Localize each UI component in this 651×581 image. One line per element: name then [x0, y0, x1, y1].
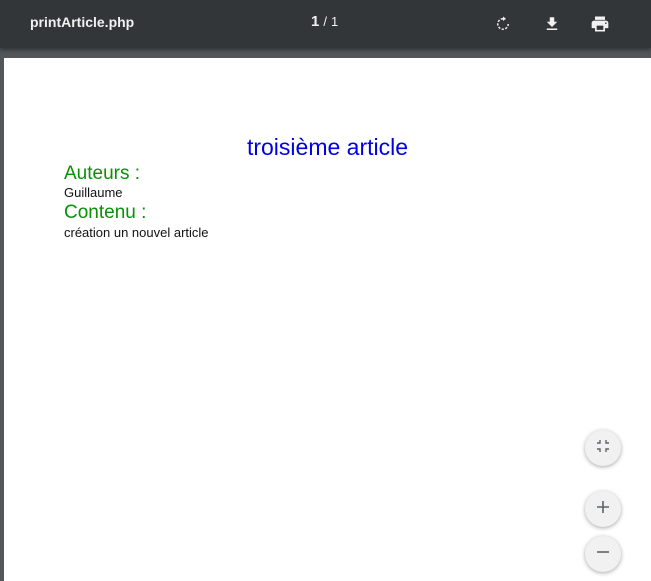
- page-indicator: 1/1: [311, 13, 338, 30]
- print-icon: [590, 14, 610, 34]
- rotate-button[interactable]: [489, 10, 517, 38]
- total-pages: 1: [330, 14, 339, 29]
- pdf-page: troisième article Auteurs : Guillaume Co…: [4, 58, 651, 581]
- download-button[interactable]: [538, 10, 566, 38]
- authors-value: Guillaume: [64, 185, 123, 200]
- print-button[interactable]: [586, 10, 614, 38]
- fit-to-page-icon: [596, 439, 610, 458]
- authors-heading: Auteurs :: [64, 163, 141, 184]
- page-separator: /: [323, 14, 327, 29]
- document-title: printArticle.php: [30, 14, 135, 30]
- current-page-input[interactable]: 1: [311, 13, 319, 30]
- content-heading: Contenu :: [64, 202, 147, 223]
- article-title: troisième article: [246, 134, 409, 160]
- zoom-in-icon: [596, 500, 610, 519]
- pdf-viewer[interactable]: troisième article Auteurs : Guillaume Co…: [0, 48, 651, 581]
- zoom-out-icon: [596, 545, 610, 564]
- pdf-toolbar: printArticle.php 1/1: [0, 0, 651, 48]
- rotate-icon: [494, 15, 512, 33]
- download-icon: [543, 15, 561, 33]
- zoom-out-button[interactable]: [585, 536, 621, 572]
- fit-to-page-button[interactable]: [585, 430, 621, 466]
- zoom-in-button[interactable]: [585, 491, 621, 527]
- content-value: création un nouvel article: [64, 225, 209, 240]
